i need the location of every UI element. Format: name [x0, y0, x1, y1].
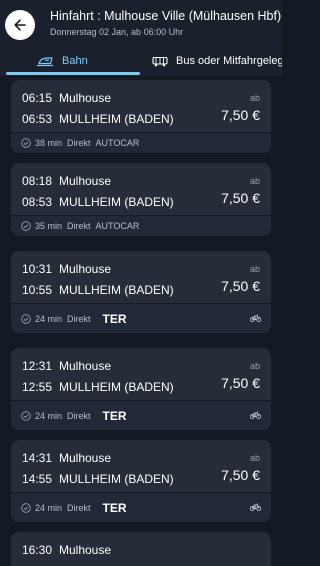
departure-station: Mulhouse — [59, 543, 112, 557]
connection-card[interactable]: 12:31 Mulhouse 12:55 MULLHEIM (BADEN) ab 7… — [11, 348, 271, 430]
clock-check-icon — [21, 313, 31, 324]
transport-tabs: Bahn Bus oder Mitfahrgelegenheit — [0, 46, 282, 76]
departure-time: 12:31 — [22, 359, 53, 373]
tab-bus[interactable]: Bus oder Mitfahrgelegenheit — [152, 46, 282, 76]
price: 7,50 € — [221, 278, 260, 294]
connection-details: 24 min Direkt TER — [11, 400, 271, 430]
departure-station: Mulhouse — [59, 91, 112, 105]
price: 7,50 € — [221, 190, 260, 206]
bicycle-icon — [250, 411, 261, 419]
connection-type: Direkt — [67, 313, 91, 324]
connection-card[interactable]: 08:18 Mulhouse 08:53 MULLHEIM (BADEN) ab 7… — [11, 163, 271, 236]
connection-type: Direkt — [67, 221, 91, 231]
arrival-station: MULLHEIM (BADEN) — [59, 283, 174, 297]
operator-label: TER — [102, 408, 127, 423]
connection-card[interactable]: 10:31 Mulhouse 10:55 MULLHEIM (BADEN) ab 7… — [11, 251, 271, 333]
connection-card[interactable]: 06:15 Mulhouse 06:53 MULLHEIM (BADEN) ab 7… — [11, 80, 271, 153]
departure-station: Mulhouse — [59, 174, 112, 188]
departure-time: 06:15 — [22, 91, 53, 105]
duration: 24 min — [35, 410, 63, 421]
clock-check-icon — [21, 502, 31, 513]
duration: 35 min — [35, 221, 63, 231]
arrival-time: 14:55 — [22, 472, 53, 486]
departure-time: 08:18 — [22, 174, 53, 188]
arrival-time: 12:55 — [22, 380, 53, 394]
arrow-left-icon — [14, 19, 26, 31]
departure-station: Mulhouse — [59, 262, 112, 276]
departure-time: 14:31 — [22, 451, 53, 465]
train-icon — [36, 55, 54, 67]
connection-details: 38 min Direkt AUTOCAR — [11, 132, 271, 153]
bicycle-icon — [250, 314, 261, 322]
tab-bahn-label: Bahn — [62, 55, 88, 67]
arrival-station: MULLHEIM (BADEN) — [59, 112, 174, 126]
price: 7,50 € — [221, 375, 260, 391]
price-prefix: ab — [249, 264, 260, 274]
page-subtitle: Donnerstag 02 Jan, ab 06:00 Uhr — [50, 27, 184, 37]
tab-bus-label: Bus oder Mitfahrgelegenheit — [176, 55, 282, 67]
price: 7,50 € — [221, 467, 260, 483]
arrival-time: 10:55 — [22, 283, 53, 297]
connection-card[interactable]: 16:30 Mulhouse — [11, 532, 271, 566]
clock-check-icon — [21, 138, 31, 148]
bicycle-icon — [250, 503, 261, 511]
duration: 24 min — [35, 502, 63, 513]
departure-station: Mulhouse — [59, 359, 112, 373]
arrival-station: MULLHEIM (BADEN) — [59, 195, 174, 209]
price-prefix: ab — [249, 93, 260, 103]
connection-type: Direkt — [67, 502, 91, 513]
clock-check-icon — [21, 221, 31, 231]
bus-icon — [152, 56, 168, 67]
arrival-time: 08:53 — [22, 195, 53, 209]
arrival-station: MULLHEIM (BADEN) — [59, 472, 174, 486]
operator-label: TER — [102, 500, 127, 515]
departure-time: 10:31 — [22, 262, 53, 276]
back-button[interactable] — [5, 10, 35, 40]
connection-type: Direkt — [67, 410, 91, 421]
departure-station: Mulhouse — [59, 451, 112, 465]
connection-card[interactable]: 14:31 Mulhouse 14:55 MULLHEIM (BADEN) ab 7… — [11, 440, 271, 522]
connection-details: 24 min Direkt TER — [11, 492, 271, 522]
duration: 24 min — [35, 313, 63, 324]
connection-list[interactable]: 06:15 Mulhouse 06:53 MULLHEIM (BADEN) ab 7… — [0, 76, 282, 566]
arrival-time: 06:53 — [22, 112, 53, 126]
page-title: Hinfahrt : Mulhouse Ville (Mülhausen Hbf… — [50, 9, 282, 23]
arrival-station: MULLHEIM (BADEN) — [59, 380, 174, 394]
connection-details: 24 min Direkt TER — [11, 303, 271, 333]
price-prefix: ab — [249, 453, 260, 463]
duration: 38 min — [35, 138, 63, 148]
operator-label: AUTOCAR — [95, 138, 140, 148]
price-prefix: ab — [249, 361, 260, 371]
operator-label: AUTOCAR — [95, 221, 140, 231]
top-bar: Hinfahrt : Mulhouse Ville (Mülhausen Hbf… — [0, 0, 282, 76]
active-tab-indicator — [6, 72, 140, 75]
operator-label: TER — [102, 311, 127, 326]
connection-type: Direkt — [67, 138, 91, 148]
connection-details: 35 min Direkt AUTOCAR — [11, 215, 271, 236]
departure-time: 16:30 — [22, 543, 53, 557]
clock-check-icon — [21, 410, 31, 421]
price: 7,50 € — [221, 107, 260, 123]
price-prefix: ab — [249, 176, 260, 186]
